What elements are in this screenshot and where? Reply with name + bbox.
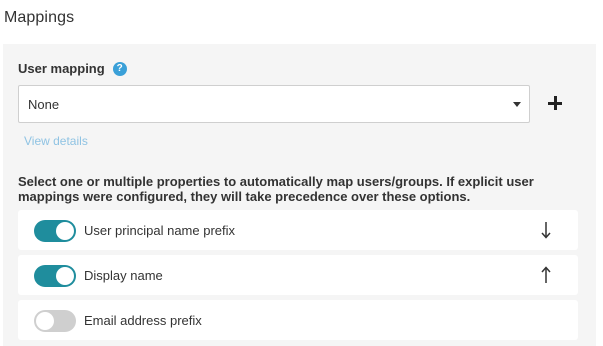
arrow-up-icon[interactable] bbox=[536, 264, 556, 286]
toggle-knob bbox=[56, 222, 74, 240]
property-row-display-name: Display name bbox=[18, 255, 578, 295]
plus-icon bbox=[553, 96, 557, 110]
view-details-link[interactable]: View details bbox=[24, 134, 88, 148]
toggle-knob bbox=[56, 267, 74, 285]
property-label: Display name bbox=[84, 268, 163, 283]
property-row-email-prefix: Email address prefix bbox=[18, 300, 578, 340]
question-circle-icon[interactable]: ? bbox=[112, 61, 127, 76]
section-title: Mappings bbox=[4, 9, 75, 26]
user-mapping-select[interactable]: None bbox=[18, 85, 530, 123]
user-mapping-label: User mapping bbox=[18, 61, 105, 76]
toggle-knob bbox=[36, 312, 54, 330]
arrow-down-icon[interactable] bbox=[536, 219, 556, 241]
caret-down-icon bbox=[513, 102, 521, 107]
user-mapping-label-row: User mapping ? bbox=[18, 61, 127, 76]
mapping-description: Select one or multiple properties to aut… bbox=[18, 174, 534, 204]
upn-prefix-toggle[interactable] bbox=[34, 220, 76, 242]
display-name-toggle[interactable] bbox=[34, 265, 76, 287]
user-mapping-selected-value: None bbox=[28, 97, 60, 112]
email-prefix-toggle[interactable] bbox=[34, 310, 76, 332]
property-row-upn-prefix: User principal name prefix bbox=[18, 210, 578, 250]
property-label: Email address prefix bbox=[84, 313, 202, 328]
add-user-mapping-button[interactable] bbox=[545, 93, 565, 113]
property-label: User principal name prefix bbox=[84, 223, 236, 238]
